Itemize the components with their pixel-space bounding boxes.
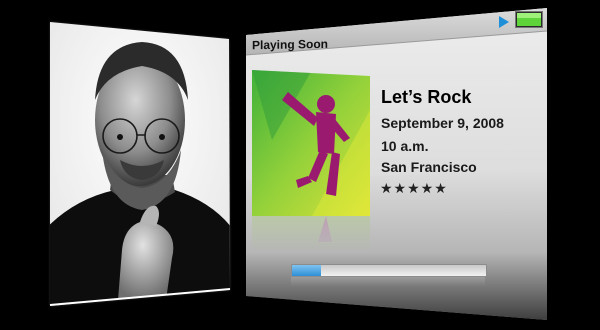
header-title: Playing Soon [252, 36, 329, 53]
cover-flow-scene: Playing Soon Let’s Rock September 9, 200… [0, 0, 600, 330]
progress-fill [292, 265, 322, 276]
song-date: September 9, 2008 [381, 115, 504, 131]
play-icon[interactable] [497, 15, 511, 29]
album-art[interactable] [252, 70, 370, 216]
battery-icon [515, 11, 543, 28]
song-time: 10 a.m. [381, 138, 429, 154]
rating-stars[interactable]: ★★★★★ [380, 180, 460, 198]
now-playing-card[interactable]: Playing Soon Let’s Rock September 9, 200… [0, 0, 600, 330]
progress-bar-reflection [291, 277, 485, 287]
progress-bar[interactable] [291, 264, 487, 277]
album-art-reflection [252, 216, 370, 252]
album-reflection-image [252, 216, 370, 252]
album-art-image [252, 70, 370, 216]
song-location: San Francisco [381, 159, 477, 175]
song-title: Let’s Rock [381, 87, 472, 107]
